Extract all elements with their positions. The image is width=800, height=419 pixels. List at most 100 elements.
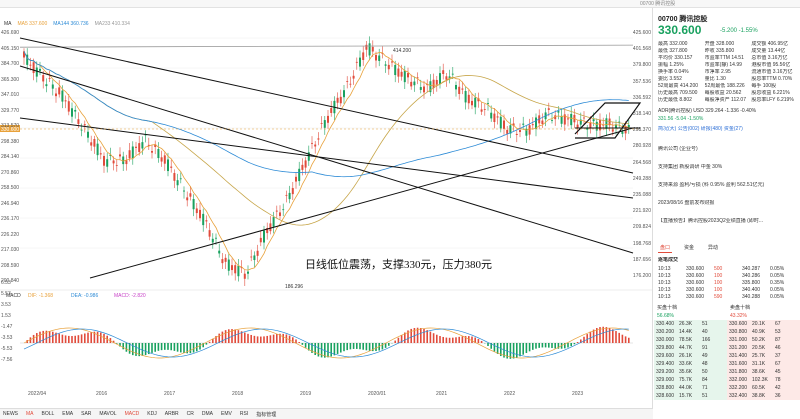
macd-bar <box>71 336 73 343</box>
candle-body <box>39 69 41 71</box>
candle-body <box>439 73 441 84</box>
macd-bar <box>126 343 128 352</box>
ask-cell: 42 <box>775 384 798 392</box>
macd-bar <box>298 342 300 343</box>
bid-side: 330.20014.4K40 <box>654 328 727 336</box>
macd-bar <box>420 328 422 343</box>
candle-body <box>298 169 300 181</box>
price-axis-right-label: 187.656 <box>633 257 651 263</box>
panel-tab[interactable]: 异动 <box>706 243 720 253</box>
candle-body <box>340 97 342 103</box>
price-axis-right-label: 264.568 <box>633 160 651 166</box>
candle-body <box>138 143 140 152</box>
macd-bar <box>359 343 361 349</box>
macd-bar <box>58 334 60 343</box>
ask-cell: 38.8K <box>752 392 775 400</box>
indicator-tab[interactable]: EMV <box>221 411 232 417</box>
panel-tab[interactable]: 资金 <box>682 243 696 253</box>
quote-cell: 总市值 3.16万亿 <box>751 55 798 62</box>
news-item[interactable]: 支持来源 盈利/亏损 (科 0.95% 盈利 562.51亿元) <box>658 182 798 189</box>
candle-body <box>257 251 259 256</box>
indicator-tab[interactable]: SAR <box>81 411 91 417</box>
macd-bar <box>366 343 368 350</box>
indicator-tab[interactable]: DMA <box>202 411 213 417</box>
macd-bar <box>426 330 428 343</box>
quote-row: 历史最低 8.802每股净资产 112.07股息率LFY 6.219% <box>658 97 798 104</box>
candle-body <box>519 130 521 132</box>
macd-bar <box>618 333 620 343</box>
macd-bar <box>65 335 67 343</box>
news-item[interactable]: 2023/08/16 盘前发布财报 <box>658 200 798 207</box>
trade-cell: 330.600 <box>686 294 714 301</box>
indicator-tab[interactable]: CR <box>187 411 194 417</box>
bid-cell: 330.000 <box>656 336 679 344</box>
indicator-tab[interactable]: KDJ <box>147 411 156 417</box>
candle-body <box>81 130 83 131</box>
macd-bar <box>433 333 435 343</box>
macd-bar <box>318 343 320 357</box>
macd-bar <box>375 343 377 351</box>
candle-body <box>497 116 499 117</box>
news-item[interactable]: 腾讯公司 (企业号) <box>658 146 798 153</box>
kline-chart-panel[interactable]: MAMA5 337.600MA144 360.736MA233 410.334 … <box>0 8 653 411</box>
macd-bar <box>84 333 86 343</box>
ask-side: 330.60020.1K67 <box>727 320 800 328</box>
ask-cell: 331.400 <box>729 352 752 360</box>
macd-axis-label: -1.47 <box>1 324 12 330</box>
indicator-tab[interactable]: EMA <box>62 411 73 417</box>
indicator-tab[interactable]: BOLL <box>42 411 55 417</box>
indicator-tab[interactable]: 指标管理 <box>256 411 276 418</box>
candle-body <box>551 120 553 121</box>
triangle-drawing <box>575 103 640 138</box>
indicator-tab[interactable]: MA <box>26 411 34 417</box>
orderbook-row: 328.60015.7K51332.40038.8K36 <box>654 392 800 400</box>
kline-svg[interactable]: 330.600414.200186.296MACDDIF: -1.368DEA:… <box>0 8 653 411</box>
bid-side: 329.40033.6K48 <box>654 360 727 368</box>
candle-body <box>263 231 265 243</box>
candle-body <box>250 257 252 258</box>
trade-cell: 10:13 <box>658 287 686 294</box>
candle-body <box>471 101 473 105</box>
indicator-tab[interactable]: RSI <box>240 411 248 417</box>
price-axis-left-label: 270.860 <box>1 170 19 176</box>
quote-cell: 股息收益 6.221% <box>751 90 798 97</box>
ask-cell: 331.200 <box>729 344 752 352</box>
macd-bar <box>602 327 604 343</box>
trade-row: 10:13330.600590340.2880.05% <box>658 294 798 301</box>
candle-body <box>567 118 569 119</box>
indicator-tab[interactable]: MACD <box>125 411 140 417</box>
indicator-tab[interactable]: ARBR <box>165 411 179 417</box>
adr-quote: ADR(腾讯控股) USD 329.264 -1.336 -0.40% <box>658 108 798 115</box>
panel-tabs: 盘口资金异动 <box>658 243 720 253</box>
bid-cell: 49 <box>702 352 725 360</box>
macd-bar <box>449 338 451 343</box>
candle-body <box>353 76 355 79</box>
candle-body <box>317 138 319 139</box>
bid-side: 330.00078.5K166 <box>654 336 727 344</box>
panel-tab[interactable]: 盘口 <box>658 243 672 253</box>
price-axis-right-label: 221.920 <box>633 208 651 214</box>
macd-bar <box>548 343 550 348</box>
indicator-tab[interactable]: NEWS <box>3 411 18 417</box>
orderbook-header: 买盘十档卖盘十档56.68%43.32% <box>654 304 800 320</box>
quote-cell: 振幅 1.25% <box>658 62 705 69</box>
trade-cell: 330.600 <box>686 280 714 287</box>
candle-body <box>234 265 236 273</box>
quote-cell: 换手率 0.04% <box>658 69 705 76</box>
price-axis-right-label: 209.824 <box>633 224 651 230</box>
macd-bar <box>100 333 102 343</box>
orderbook-row: 329.80044.7K91331.20020.5K46 <box>654 344 800 352</box>
news-item[interactable]: 支持集团 新股调研 中金 30% <box>658 164 798 171</box>
info-links[interactable]: 简况(大) 公告(002) 研报(480) 资金(27) <box>658 126 798 133</box>
macd-bar <box>471 337 473 343</box>
candle-body <box>106 159 108 166</box>
trade-cell: 340.288 <box>742 294 770 301</box>
indicator-tab[interactable]: MAVOL <box>99 411 116 417</box>
candle-body <box>212 239 214 243</box>
bid-cell: 33.6K <box>679 360 702 368</box>
price-axis-right-label: 318.140 <box>633 111 651 117</box>
bid-cell: 329.000 <box>656 376 679 384</box>
news-item[interactable]: 【直播预告】腾讯控股2023Q2业绩直播 (即时... <box>658 218 798 225</box>
orderbook-row: 329.40033.6K48331.60031.1K67 <box>654 360 800 368</box>
trade-row: 10:13330.600500340.2870.05% <box>658 266 798 273</box>
